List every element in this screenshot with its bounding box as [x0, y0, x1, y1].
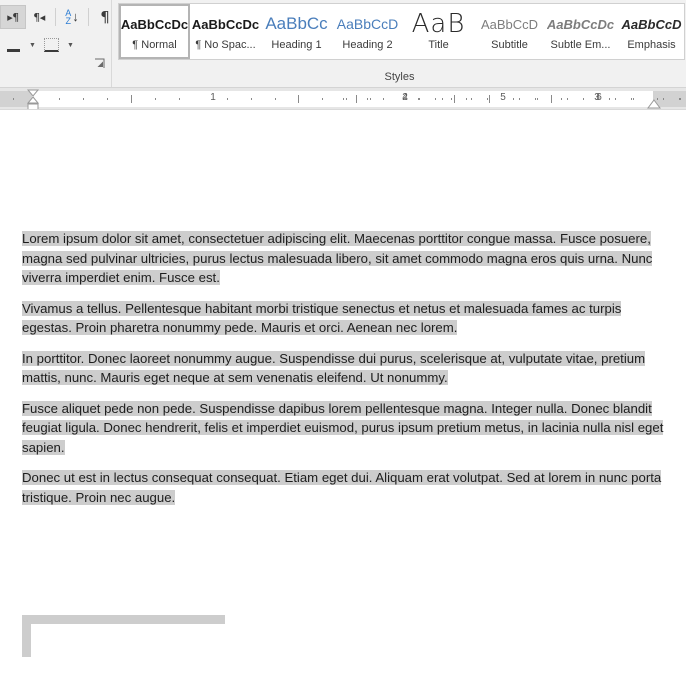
style-label: Title [428, 39, 449, 51]
paragraph[interactable]: In porttitor. Donec laoreet nonummy augu… [22, 349, 668, 388]
decrease-indent-icon: ¶◂ [33, 10, 45, 24]
right-indent-marker[interactable] [646, 99, 662, 109]
styles-group-label: Styles [384, 71, 415, 83]
document-page[interactable]: Lorem ipsum dolor sit amet, consectetuer… [0, 111, 686, 685]
style-label: ¶ No Spac... [195, 39, 256, 51]
ruler-ticks-right-half: 4 5 6 [343, 88, 686, 110]
style-preview-text: AaBbCc [265, 14, 328, 33]
borders-icon [43, 38, 59, 52]
style-label: ¶ Normal [132, 39, 177, 51]
style-preview: AaBbCcDc [192, 9, 259, 39]
selection-highlight-empty-paragraph [22, 617, 31, 657]
document-area[interactable]: Lorem ipsum dolor sit amet, consectetuer… [0, 111, 686, 685]
paragraph[interactable]: Vivamus a tellus. Pellentesque habitant … [22, 299, 668, 338]
style-item-heading-2[interactable]: AaBbCcD Heading 2 [332, 4, 403, 59]
ruler-number: 4 [402, 92, 408, 103]
style-preview-text: AaBbCcD [621, 16, 682, 32]
increase-indent-button[interactable]: ▸¶ [0, 5, 26, 29]
style-preview: AaBbCcDc [121, 9, 188, 39]
styles-gallery[interactable]: AaBbCcDc ¶ Normal AaBbCcDc ¶ No Spac... … [118, 3, 685, 60]
style-label: Heading 1 [271, 39, 322, 51]
paragraph[interactable]: Donec ut est in lectus consequat consequ… [22, 468, 668, 507]
style-label: Heading 2 [342, 39, 393, 51]
ruler-number: 1 [210, 92, 216, 103]
paragraph[interactable]: Lorem ipsum dolor sit amet, consectetuer… [22, 229, 668, 288]
paragraph-text: Vivamus a tellus. Pellentesque habitant … [22, 300, 622, 335]
selection-highlight-trailing-row [22, 615, 225, 624]
decrease-indent-button[interactable]: ¶◂ [26, 5, 52, 29]
style-label: Emphasis [627, 39, 676, 51]
toolbar-divider [55, 8, 56, 26]
paragraph[interactable]: Fusce aliquet pede non pede. Suspendisse… [22, 399, 668, 458]
paragraph-text: Donec ut est in lectus consequat consequ… [22, 470, 662, 505]
paragraph-group: ▸¶ ¶◂ A Z ↓ ¶ ▼ ▼ [0, 0, 112, 87]
style-preview-text: AaBbCcDc [192, 16, 259, 32]
style-item-subtle-emphasis[interactable]: AaBbCcDc Subtle Em... [545, 4, 616, 59]
style-item-subtitle[interactable]: AaBbCcD Subtitle [474, 4, 545, 59]
paragraph-text: Lorem ipsum dolor sit amet, consectetuer… [22, 231, 653, 285]
style-item-normal[interactable]: AaBbCcDc ¶ Normal [119, 4, 190, 59]
sort-az-icon: A Z ↓ [65, 8, 79, 26]
style-item-title[interactable]: AaB Title [403, 4, 474, 59]
borders-button[interactable] [38, 33, 64, 57]
style-preview: AaBbCcD [334, 9, 401, 39]
paragraph-dialog-launcher[interactable] [94, 58, 105, 69]
ruler-number: 5 [500, 92, 506, 103]
document-body[interactable]: Lorem ipsum dolor sit amet, consectetuer… [22, 229, 668, 518]
paragraph-row-bottom: ▼ ▼ [0, 32, 76, 58]
shading-icon [6, 39, 20, 52]
toolbar-divider [88, 8, 89, 26]
shading-button[interactable] [0, 33, 26, 57]
style-preview: AaBbCcDc [547, 9, 614, 39]
style-preview-text: AaBbCcDc [547, 16, 614, 32]
paragraph-text: Fusce aliquet pede non pede. Suspendisse… [22, 400, 664, 455]
first-line-indent-marker[interactable] [25, 89, 41, 109]
chevron-down-icon: ▼ [29, 41, 36, 49]
style-preview: AaBbCc [263, 9, 330, 39]
shading-dropdown[interactable]: ▼ [26, 33, 38, 57]
paragraph-text: In porttitor. Donec laoreet nonummy augu… [22, 350, 646, 385]
increase-indent-icon: ▸¶ [7, 10, 19, 24]
sort-button[interactable]: A Z ↓ [59, 5, 85, 29]
pilcrow-icon: ¶ [100, 7, 110, 26]
style-preview-text: AaB [411, 9, 466, 39]
style-item-heading-1[interactable]: AaBbCc Heading 1 [261, 4, 332, 59]
style-label: Subtle Em... [550, 39, 611, 51]
style-preview: AaB [405, 9, 472, 39]
ruler-number: 6 [596, 92, 602, 103]
style-preview: AaBbCcD [618, 9, 684, 39]
chevron-down-icon: ▼ [67, 41, 74, 49]
style-item-emphasis[interactable]: AaBbCcD Emphasis [616, 4, 684, 59]
style-preview-text: AaBbCcDc [121, 16, 188, 32]
style-preview-text: AaBbCcD [480, 16, 539, 32]
style-label: Subtitle [491, 39, 528, 51]
ribbon: ▸¶ ¶◂ A Z ↓ ¶ ▼ ▼ AaBbCcDc ¶ Normal AaBb… [0, 0, 686, 88]
style-preview: AaBbCcD [476, 9, 543, 39]
styles-group: AaBbCcDc ¶ Normal AaBbCcDc ¶ No Spac... … [113, 0, 686, 87]
paragraph-row-top: ▸¶ ¶◂ A Z ↓ ¶ [0, 4, 118, 30]
style-preview-text: AaBbCcD [336, 16, 399, 32]
borders-dropdown[interactable]: ▼ [64, 33, 76, 57]
style-item-no-spacing[interactable]: AaBbCcDc ¶ No Spac... [190, 4, 261, 59]
